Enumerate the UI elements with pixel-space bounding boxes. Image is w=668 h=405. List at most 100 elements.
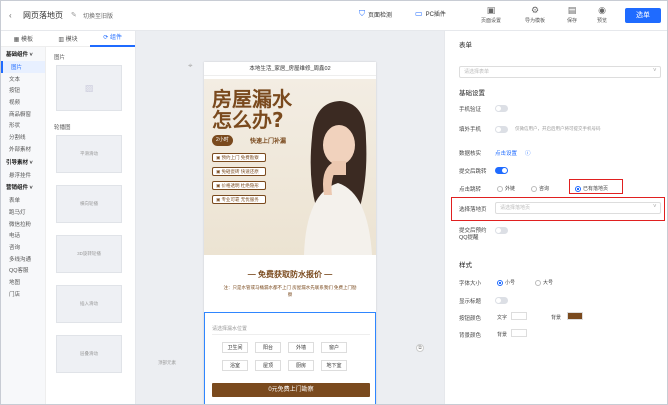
tab-module[interactable]: ▥ 模块 bbox=[46, 34, 91, 43]
component-icon: ⟳ bbox=[103, 34, 111, 41]
category-item-marquee[interactable]: 跑马灯 bbox=[1, 206, 45, 218]
category-item-consult[interactable]: 咨询 bbox=[1, 241, 45, 253]
leak-location-field[interactable]: 请选择漏水位置 bbox=[212, 324, 370, 335]
grid-icon: ▦ bbox=[13, 37, 21, 43]
option-balcony[interactable]: 阳台 bbox=[255, 342, 281, 353]
basic-settings-title: 基础设置 bbox=[459, 90, 485, 97]
chevron-down-icon[interactable]: ˅ bbox=[653, 68, 657, 74]
after-submit-label: 提交后跳转 bbox=[459, 169, 487, 175]
export-template-button[interactable]: ⚙ 导为模板 bbox=[525, 5, 545, 24]
page-check-button[interactable]: ⛉ 页面检测 bbox=[359, 9, 392, 19]
category-item-store[interactable]: 门店 bbox=[1, 288, 45, 300]
category-item-float[interactable]: 悬浮挂件 bbox=[1, 169, 45, 181]
submit-button[interactable]: 0元免费上门勘察 bbox=[212, 383, 370, 397]
widget-carousel-1[interactable]: 平滑滑动 bbox=[56, 135, 122, 173]
option-roof[interactable]: 屋顶 bbox=[255, 360, 281, 371]
publish-button[interactable]: 选单 bbox=[625, 8, 661, 23]
phone-verify-label: 手机验证 bbox=[459, 107, 482, 113]
qq-remind-toggle[interactable] bbox=[495, 227, 508, 234]
option-outer-wall[interactable]: 外墙 bbox=[288, 342, 314, 353]
save-button[interactable]: ▤ 保存 bbox=[567, 5, 577, 24]
hero-benefit: ▣ 专业可靠 无忧服务 bbox=[212, 195, 266, 204]
radio-external-link[interactable]: 外链 bbox=[497, 185, 515, 192]
category-item-map[interactable]: 地图 bbox=[1, 276, 45, 288]
category-item-text[interactable]: 文本 bbox=[1, 73, 45, 85]
chevron-down-icon[interactable]: ˅ bbox=[653, 204, 657, 210]
after-submit-toggle[interactable] bbox=[495, 167, 508, 174]
option-kitchen[interactable]: 厨房 bbox=[288, 360, 314, 371]
qq-remind-label: 提交后预约QQ提醒 bbox=[459, 228, 487, 241]
top-toolbar: ‹ 网页落地页 ✎ 切换至旧版 ⛉ 页面检测 ▭ PC插件 ▣ 页面设置 ⚙ 导… bbox=[1, 1, 667, 31]
ruler-icon[interactable]: ⌖ bbox=[188, 61, 197, 70]
page-settings-icon: ▣ bbox=[486, 5, 496, 15]
select-page-dropdown[interactable]: 请选择落地页 bbox=[495, 202, 661, 214]
click-jump-label: 点击跳转 bbox=[459, 187, 482, 193]
page-title: 网页落地页 bbox=[23, 11, 63, 20]
fill-phone-toggle[interactable] bbox=[495, 126, 508, 133]
radio-consult[interactable]: 咨询 bbox=[531, 185, 549, 192]
widget-image[interactable]: ▨ bbox=[56, 65, 122, 111]
category-group-marketing[interactable]: 营销组件 ˅ bbox=[1, 180, 45, 194]
chevron-left-icon[interactable]: ‹ bbox=[9, 11, 12, 20]
phone-verify-toggle[interactable] bbox=[495, 105, 508, 112]
category-item-showcase[interactable]: 商品橱窗 bbox=[1, 108, 45, 120]
show-title-toggle[interactable] bbox=[495, 297, 508, 304]
widget-carousel-2[interactable]: 横向轮播 bbox=[56, 185, 122, 223]
shield-icon: ⛉ bbox=[359, 9, 365, 18]
radio-large-font[interactable]: 大号 bbox=[535, 279, 553, 286]
widget-carousel-3[interactable]: 3D旋转轮播 bbox=[56, 235, 122, 273]
edit-icon[interactable]: ✎ bbox=[71, 11, 77, 19]
widget-image-label: 图片 bbox=[54, 55, 66, 61]
widget-list: 图片 ▨ 轮播图 平滑滑动 横向轮播 3D旋转轮播 插入滑动 层叠滑动 bbox=[48, 47, 134, 404]
bg-label: 背景 bbox=[497, 332, 508, 338]
offer-heading: — 免费获取防水报价 — bbox=[247, 270, 333, 279]
category-item-button[interactable]: 按钮 bbox=[1, 84, 45, 96]
phone-preview: 本地生活_家居_房屋维修_周鑫02 房屋漏水 怎么办? 2小时 快速上门补漏 ▣… bbox=[204, 62, 424, 404]
editor-canvas: ⌖ 顶部元素 本地生活_家居_房屋维修_周鑫02 房屋漏水 怎么办? 2小时 快… bbox=[136, 31, 444, 404]
bg-color-label: 背景 bbox=[551, 315, 562, 321]
text-color-label: 文字 bbox=[497, 315, 508, 321]
background-swatch[interactable] bbox=[511, 329, 527, 337]
widget-carousel-5[interactable]: 层叠滑动 bbox=[56, 335, 122, 373]
form-select[interactable]: 请选择表单 bbox=[459, 66, 661, 78]
data-verify-link[interactable]: 点击设置 bbox=[495, 149, 517, 157]
category-item-phone[interactable]: 电话 bbox=[1, 229, 45, 241]
category-item-image[interactable]: 图片 bbox=[1, 61, 45, 73]
left-tabs: ▦ 模板 ▥ 模块 ⟳ 组件 bbox=[1, 31, 136, 47]
fill-phone-label: 填外手机 bbox=[459, 127, 482, 133]
help-icon[interactable]: ⓘ bbox=[525, 149, 531, 157]
category-item-shape[interactable]: 形状 bbox=[1, 119, 45, 131]
category-item-video[interactable]: 视频 bbox=[1, 96, 45, 108]
widget-carousel-label: 轮播图 bbox=[54, 125, 71, 131]
option-window[interactable]: 窗户 bbox=[321, 342, 347, 353]
copy-icon[interactable]: ⧉ bbox=[416, 344, 424, 352]
option-shower[interactable]: 浴室 bbox=[222, 360, 248, 371]
category-group-basic[interactable]: 基础组件 ˅ bbox=[1, 47, 45, 61]
show-title-label: 显示标题 bbox=[459, 299, 482, 305]
text-color-swatch[interactable] bbox=[511, 312, 527, 320]
option-bathroom[interactable]: 卫生间 bbox=[222, 342, 248, 353]
tab-component[interactable]: ⟳ 组件 bbox=[90, 31, 136, 47]
save-icon: ▤ bbox=[567, 5, 577, 15]
widget-carousel-4[interactable]: 插入滑动 bbox=[56, 285, 122, 323]
hero-banner[interactable]: 房屋漏水 怎么办? 2小时 快速上门补漏 ▣ 预约上门 免费勘察 ▣ 免砸瓷砖 … bbox=[204, 79, 376, 255]
preview-button[interactable]: ◉ 预览 bbox=[597, 5, 607, 24]
hero-headline: 房屋漏水 怎么办? bbox=[212, 87, 292, 132]
category-item-multiline[interactable]: 多线沟通 bbox=[1, 253, 45, 265]
data-verify-label: 数据核实 bbox=[459, 151, 482, 157]
pc-plugin-button[interactable]: ▭ PC插件 bbox=[415, 9, 446, 18]
tab-template[interactable]: ▦ 模板 bbox=[1, 34, 46, 43]
page-settings-button[interactable]: ▣ 页面设置 bbox=[481, 5, 501, 24]
radio-small-font[interactable]: 小号 bbox=[497, 279, 515, 286]
category-item-qq[interactable]: QQ客服 bbox=[1, 264, 45, 276]
category-item-form[interactable]: 表单 bbox=[1, 194, 45, 206]
hero-benefit: ▣ 免砸瓷砖 快速还原 bbox=[212, 167, 266, 176]
switch-old-version-link[interactable]: 切换至旧版 bbox=[83, 11, 113, 20]
category-item-external[interactable]: 外部素材 bbox=[1, 143, 45, 155]
category-group-guide[interactable]: 引导素材 ˅ bbox=[1, 155, 45, 169]
option-basement[interactable]: 地下室 bbox=[321, 360, 347, 371]
category-item-divider[interactable]: 分割线 bbox=[1, 131, 45, 143]
lead-form[interactable]: 请选择漏水位置 卫生间 阳台 外墙 窗户 浴室 屋顶 厨房 地下室 0元免费上门… bbox=[204, 312, 376, 404]
category-item-wechat[interactable]: 微信拉粉 bbox=[1, 218, 45, 230]
button-bg-swatch[interactable] bbox=[567, 312, 583, 320]
